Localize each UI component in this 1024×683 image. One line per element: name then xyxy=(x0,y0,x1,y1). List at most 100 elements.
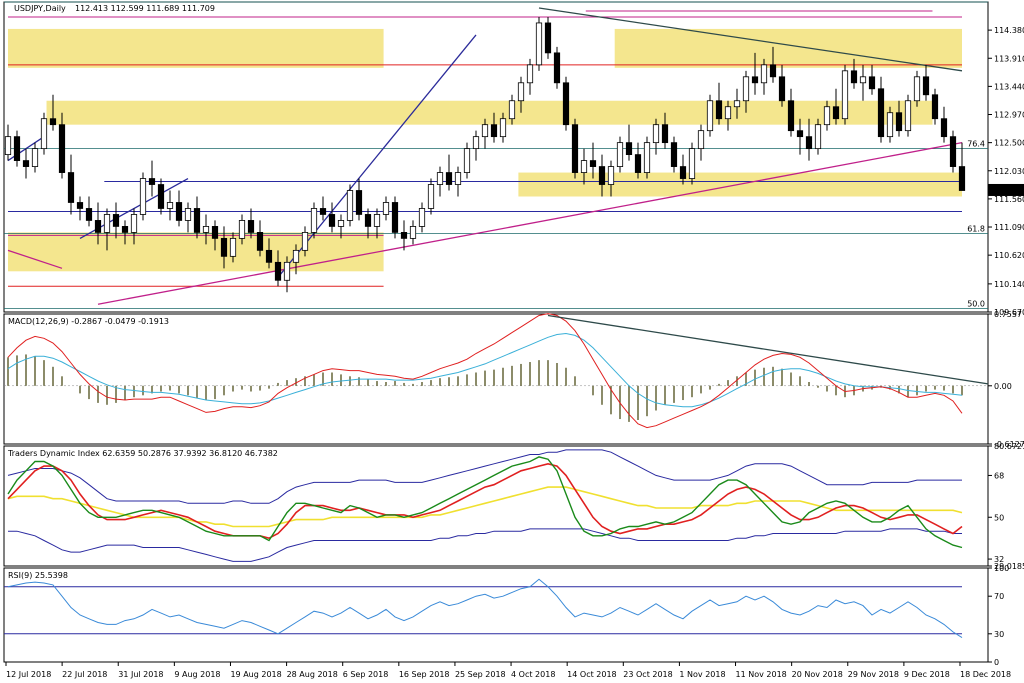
candle-body[interactable] xyxy=(562,82,570,126)
candle-body[interactable] xyxy=(526,64,534,84)
candle-body[interactable] xyxy=(139,178,147,215)
candle-body[interactable] xyxy=(364,214,372,227)
candle-body[interactable] xyxy=(616,142,624,167)
candle-body[interactable] xyxy=(85,208,93,221)
candle-body[interactable] xyxy=(859,76,867,84)
candle-body[interactable] xyxy=(868,76,876,90)
candle-body[interactable] xyxy=(643,142,651,173)
candle-body[interactable] xyxy=(157,184,165,209)
candle-body[interactable] xyxy=(337,220,345,227)
candle-body[interactable] xyxy=(841,70,849,120)
candle-body[interactable] xyxy=(634,154,642,173)
candle-body[interactable] xyxy=(265,249,273,263)
candle-body[interactable] xyxy=(607,166,615,185)
candle-body[interactable] xyxy=(238,220,246,239)
candle-body[interactable] xyxy=(40,118,48,150)
candle-body[interactable] xyxy=(13,136,21,161)
candle-body[interactable] xyxy=(454,172,462,185)
candle-body[interactable] xyxy=(877,88,885,138)
candle-body[interactable] xyxy=(553,52,561,84)
candle-body[interactable] xyxy=(166,202,174,209)
candle-body[interactable] xyxy=(958,166,966,191)
candle-body[interactable] xyxy=(544,22,552,54)
candle-body[interactable] xyxy=(436,172,444,185)
candle-body[interactable] xyxy=(688,148,696,179)
candle-body[interactable] xyxy=(778,76,786,102)
candle-body[interactable] xyxy=(508,100,516,120)
candle-body[interactable] xyxy=(130,214,138,233)
candle-body[interactable] xyxy=(4,136,12,156)
candle-body[interactable] xyxy=(751,76,759,84)
candle-body[interactable] xyxy=(742,76,750,102)
candle-body[interactable] xyxy=(517,82,525,102)
candle-body[interactable] xyxy=(715,100,723,120)
candle-body[interactable] xyxy=(184,208,192,221)
candle-body[interactable] xyxy=(67,172,75,203)
candle-body[interactable] xyxy=(697,130,705,150)
candle-body[interactable] xyxy=(463,148,471,173)
candle-body[interactable] xyxy=(76,202,84,209)
candle-body[interactable] xyxy=(211,226,219,239)
candle-body[interactable] xyxy=(31,148,39,167)
candle-body[interactable] xyxy=(661,124,669,144)
candle-body[interactable] xyxy=(535,22,543,66)
candle-body[interactable] xyxy=(931,94,939,120)
candle-body[interactable] xyxy=(121,226,129,233)
candle-body[interactable] xyxy=(292,249,300,263)
candle-body[interactable] xyxy=(724,106,732,120)
candle-body[interactable] xyxy=(805,136,813,150)
candle-body[interactable] xyxy=(940,118,948,138)
candle-body[interactable] xyxy=(481,124,489,138)
candle-body[interactable] xyxy=(373,214,381,227)
candle-body[interactable] xyxy=(733,100,741,108)
candle-body[interactable] xyxy=(472,136,480,150)
candle-body[interactable] xyxy=(319,208,327,215)
candle-body[interactable] xyxy=(418,208,426,227)
candle-body[interactable] xyxy=(796,130,804,138)
candle-body[interactable] xyxy=(301,232,309,251)
candle-body[interactable] xyxy=(679,166,687,179)
candle-body[interactable] xyxy=(409,226,417,239)
candle-body[interactable] xyxy=(112,214,120,227)
candle-body[interactable] xyxy=(922,76,930,96)
candle-body[interactable] xyxy=(832,106,840,120)
candle-body[interactable] xyxy=(760,64,768,84)
candle-body[interactable] xyxy=(949,136,957,167)
candle-body[interactable] xyxy=(382,202,390,215)
candle-body[interactable] xyxy=(274,261,282,281)
candle-body[interactable] xyxy=(103,214,111,233)
candle-body[interactable] xyxy=(391,202,399,233)
candle-body[interactable] xyxy=(769,64,777,78)
candle-body[interactable] xyxy=(787,100,795,132)
candle-body[interactable] xyxy=(247,220,255,233)
candle-body[interactable] xyxy=(571,124,579,173)
candle-body[interactable] xyxy=(22,160,30,167)
candle-body[interactable] xyxy=(490,124,498,138)
candle-body[interactable] xyxy=(598,166,606,185)
candle-body[interactable] xyxy=(346,190,354,221)
candle-body[interactable] xyxy=(193,208,201,233)
candle-body[interactable] xyxy=(310,208,318,233)
candle-body[interactable] xyxy=(58,124,66,173)
candle-body[interactable] xyxy=(814,124,822,150)
candle-body[interactable] xyxy=(670,142,678,167)
candle-body[interactable] xyxy=(148,178,156,185)
candle-body[interactable] xyxy=(229,237,237,257)
candle-body[interactable] xyxy=(589,160,597,167)
candle-body[interactable] xyxy=(400,232,408,239)
candle-body[interactable] xyxy=(904,100,912,132)
candle-body[interactable] xyxy=(175,202,183,221)
candle-body[interactable] xyxy=(823,106,831,126)
candle-body[interactable] xyxy=(256,232,264,251)
candle-body[interactable] xyxy=(850,70,858,84)
candle-body[interactable] xyxy=(427,184,435,209)
candle-body[interactable] xyxy=(355,190,363,215)
candle-body[interactable] xyxy=(220,237,228,257)
candle-body[interactable] xyxy=(580,160,588,173)
candle-body[interactable] xyxy=(499,118,507,138)
candle-body[interactable] xyxy=(886,112,894,138)
candle-body[interactable] xyxy=(445,172,453,185)
candle-body[interactable] xyxy=(328,214,336,227)
candle-body[interactable] xyxy=(94,220,102,233)
candle-body[interactable] xyxy=(625,142,633,156)
